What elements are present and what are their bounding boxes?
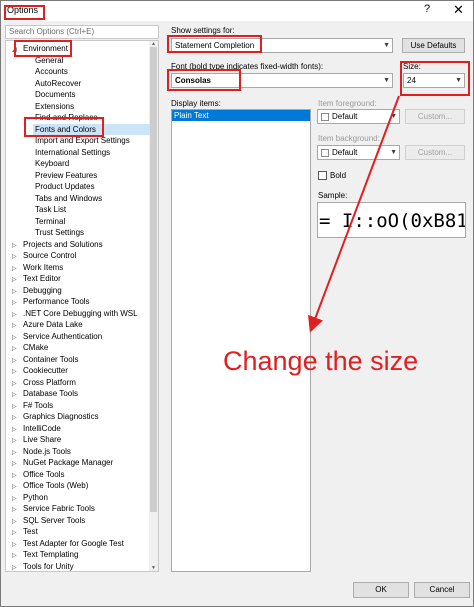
annotation-text: Change the size <box>223 346 419 376</box>
options-dialog: Options ? ✕ Search Options (Ctrl+E) ▲ ▼ … <box>0 0 474 607</box>
annotation-arrow <box>308 95 400 333</box>
